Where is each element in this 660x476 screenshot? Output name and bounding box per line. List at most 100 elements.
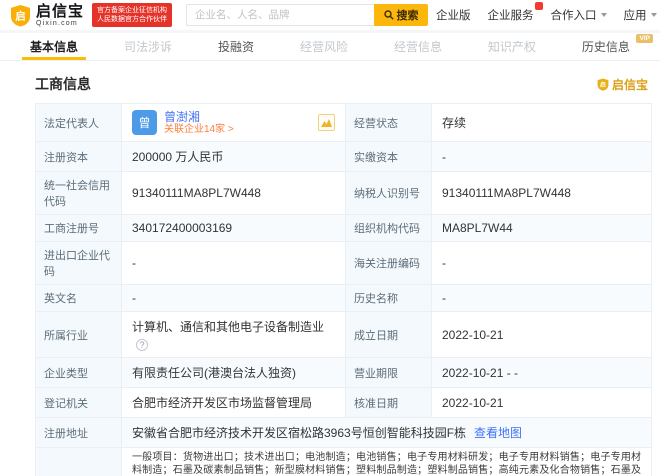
row-label: 海关注册编码 [345, 241, 432, 285]
row-label: 历史名称 [345, 284, 432, 312]
address-value: 安徽省合肥市经济技术开发区宿松路3963号恒创智能科技园F栋 [132, 426, 467, 440]
related-companies-link[interactable]: 关联企业14家 > [164, 124, 234, 135]
row-value: 91340111MA8PL7W448 [431, 171, 652, 215]
row-value: 2022-10-21 [431, 311, 652, 358]
row-label: 实缴资本 [345, 141, 432, 172]
row-label: 核准日期 [345, 387, 432, 418]
row-value: - [431, 284, 652, 312]
nav-enterprise-services[interactable]: 企业服务 [487, 2, 543, 23]
row-value: 91340111MA8PL7W448 [121, 171, 346, 215]
qixin-watermark: 启 启信宝 [597, 76, 648, 93]
nav-apps-label: 应用 [623, 10, 647, 22]
row-label: 注册资本 [35, 141, 122, 172]
table-row-scope: 经营范围 一般项目：货物进出口；技术进出口；电池制造；电池销售；电子专用材料研发… [35, 447, 652, 476]
tab-basic-info[interactable]: 基本信息 [22, 33, 86, 60]
official-cert-badge: 官方备案企业征信机构 人民数据官方合作伙伴 [92, 3, 173, 27]
row-value: 有限责任公司(港澳台法人独资) [121, 357, 346, 388]
row-label: 企业类型 [35, 357, 122, 388]
scope-label: 经营范围 [35, 447, 122, 476]
promo-badge-icon [534, 2, 543, 10]
row-value: 2022-10-21 - - [431, 357, 652, 388]
search-button-label: 搜索 [396, 10, 419, 22]
row-label: 成立日期 [345, 311, 432, 358]
table-row: 统一社会信用代码 91340111MA8PL7W448 纳税人识别号 91340… [35, 171, 652, 215]
legal-rep-avatar[interactable]: 曾 [132, 110, 157, 135]
tab-operating-info[interactable]: 经营信息 [386, 33, 450, 60]
industry-help-icon[interactable]: ? [136, 339, 148, 351]
legal-rep-name-link[interactable]: 曾澍湘 [164, 111, 234, 123]
row-label: 登记机关 [35, 387, 122, 418]
brand-domain: Qixin.com [36, 19, 78, 27]
tab-history-info-label: 历史信息 [581, 40, 630, 54]
chevron-down-icon [600, 13, 607, 17]
watermark-label: 启信宝 [611, 77, 648, 92]
nav-partnership-label: 合作入口 [550, 10, 597, 22]
vip-badge: VIP [636, 34, 653, 43]
top-header: 启 启信宝 Qixin.com 官方备案企业征信机构 人民数据官方合作伙伴 搜索… [0, 0, 660, 30]
view-map-link[interactable]: 查看地图 [474, 426, 522, 440]
tab-judicial[interactable]: 司法涉诉 [116, 33, 180, 60]
row-label: 英文名 [35, 284, 122, 312]
row-value: 340172400003169 [121, 214, 346, 242]
row-label: 组织机构代码 [345, 214, 432, 242]
equity-structure-icon[interactable] [318, 114, 335, 131]
tab-ip-label: 知识产权 [487, 40, 536, 54]
table-row: 登记机关 合肥市经济开发区市场监督管理局 核准日期 2022-10-21 [35, 387, 652, 418]
address-label: 注册地址 [35, 417, 122, 448]
table-row: 英文名 - 历史名称 - [35, 284, 652, 312]
nav-enterprise-edition-label: 企业版 [436, 10, 471, 22]
tab-operating-risk[interactable]: 经营风险 [292, 33, 356, 60]
row-value: 合肥市经济开发区市场监督管理局 [121, 387, 346, 418]
brand-name: 启信宝 [36, 2, 85, 20]
row-value: - [121, 241, 346, 285]
table-row: 所属行业 计算机、通信和其他电子设备制造业? 成立日期 2022-10-21 [35, 311, 652, 358]
tab-intellectual-property[interactable]: 知识产权 [480, 33, 544, 60]
detail-tabbar: 基本信息 司法涉诉 投融资 经营风险 经营信息 知识产权 历史信息 VIP [0, 33, 660, 61]
tab-basic-info-label: 基本信息 [30, 40, 79, 54]
tab-investment[interactable]: 投融资 [210, 33, 262, 60]
scope-value: 一般项目：货物进出口；技术进出口；电池制造；电池销售；电子专用材料研发；电子专用… [121, 447, 652, 476]
svg-text:启: 启 [15, 9, 26, 22]
status-value: 存续 [431, 103, 652, 142]
section-header: 工商信息 启 启信宝 [0, 61, 660, 103]
table-row: 进出口企业代码 - 海关注册编码 - [35, 241, 652, 285]
qixin-shield-icon: 启 [10, 4, 31, 26]
cert-line-1: 官方备案企业征信机构 [97, 7, 168, 14]
row-label: 进出口企业代码 [35, 241, 122, 285]
table-row: 注册资本 200000 万人民币 实缴资本 - [35, 141, 652, 172]
chevron-down-icon [650, 13, 657, 17]
cert-line-2: 人民数据官方合作伙伴 [97, 16, 168, 23]
qixin-logo[interactable]: 启 启信宝 Qixin.com [10, 4, 84, 27]
tab-history-info[interactable]: 历史信息 VIP [574, 33, 653, 60]
nav-enterprise-edition[interactable]: 企业版 [436, 7, 471, 23]
search-button[interactable]: 搜索 [374, 4, 429, 26]
nav-apps[interactable]: 应用 [624, 7, 657, 23]
legal-rep-label: 法定代表人 [35, 103, 122, 142]
row-label: 工商注册号 [35, 214, 122, 242]
row-value: 200000 万人民币 [121, 141, 346, 172]
row-label: 营业期限 [345, 357, 432, 388]
search-input[interactable] [186, 4, 375, 26]
search-icon [383, 10, 394, 20]
tab-operating-info-label: 经营信息 [393, 40, 442, 54]
row-value: - [431, 241, 652, 285]
table-row: 工商注册号 340172400003169 组织机构代码 MA8PL7W44 [35, 214, 652, 242]
row-value: - [121, 284, 346, 312]
search-bar: 搜索 [186, 4, 429, 26]
industry-value: 计算机、通信和其他电子设备制造业 [132, 320, 325, 334]
table-row: 企业类型 有限责任公司(港澳台法人独资) 营业期限 2022-10-21 - - [35, 357, 652, 388]
qixin-shield-icon: 启 [597, 78, 609, 91]
row-value: - [431, 141, 652, 172]
row-value: 2022-10-21 [431, 387, 652, 418]
row-value: MA8PL7W44 [431, 214, 652, 242]
tab-investment-label: 投融资 [217, 40, 254, 54]
nav-enterprise-services-label: 企业服务 [487, 10, 534, 22]
nav-partnership[interactable]: 合作入口 [551, 7, 607, 23]
business-info-table: 法定代表人 曾 曾澍湘 关联企业14家 > 经营状态 存续 注册资本 20000… [35, 103, 652, 476]
row-label: 统一社会信用代码 [35, 171, 122, 215]
row-label: 纳税人识别号 [345, 171, 432, 215]
table-row-address: 注册地址 安徽省合肥市经济技术开发区宿松路3963号恒创智能科技园F栋 查看地图 [35, 417, 652, 448]
tab-judicial-label: 司法涉诉 [123, 40, 172, 54]
tab-operating-risk-label: 经营风险 [299, 40, 348, 54]
page-title: 工商信息 [35, 76, 91, 92]
